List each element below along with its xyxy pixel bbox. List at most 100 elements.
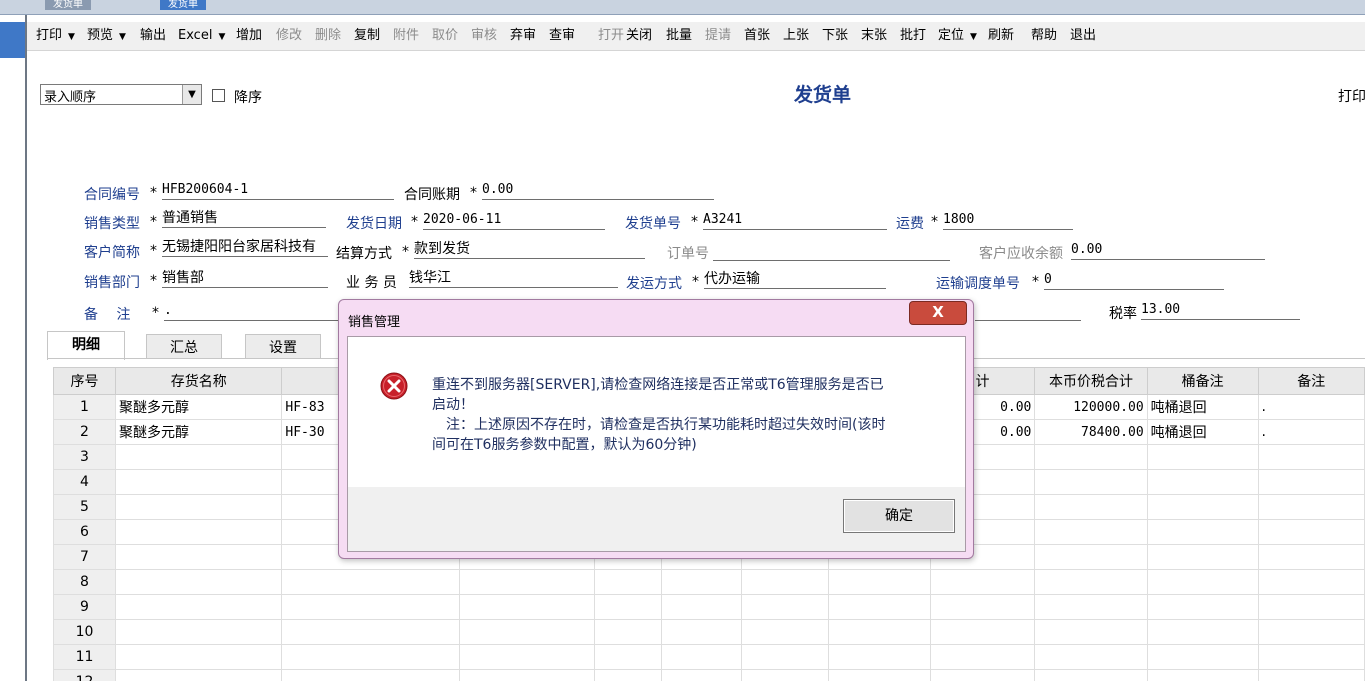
toolbar-button-24[interactable]: 帮助 xyxy=(1031,27,1057,45)
table-cell[interactable] xyxy=(281,594,461,620)
table-cell[interactable] xyxy=(827,669,931,681)
table-cell[interactable] xyxy=(741,669,829,681)
table-cell[interactable] xyxy=(929,619,1036,645)
sales-type-field[interactable]: 普通销售 xyxy=(162,209,326,228)
table-cell[interactable] xyxy=(1257,569,1365,595)
table-cell[interactable] xyxy=(1034,669,1148,681)
toolbar-button-15[interactable]: 批量 xyxy=(666,27,692,45)
table-cell[interactable] xyxy=(1257,469,1365,495)
table-cell[interactable] xyxy=(1146,669,1259,681)
column-header[interactable]: 备注 xyxy=(1257,367,1365,395)
table-cell[interactable] xyxy=(114,619,283,645)
column-header[interactable]: 本币价税合计 xyxy=(1034,367,1148,395)
toolbar-button-14[interactable]: 关闭 xyxy=(626,27,652,45)
table-cell[interactable] xyxy=(1146,544,1259,570)
table-cell[interactable]: . xyxy=(1257,394,1365,420)
toolbar-button-1[interactable]: 预览 ▼ xyxy=(87,27,126,45)
table-cell[interactable] xyxy=(459,594,595,620)
table-cell[interactable] xyxy=(114,594,283,620)
table-cell[interactable] xyxy=(741,594,829,620)
toolbar-button-5[interactable]: 修改 xyxy=(276,27,302,45)
table-cell[interactable] xyxy=(1257,444,1365,470)
table-cell[interactable] xyxy=(929,569,1036,595)
table-cell[interactable] xyxy=(1034,469,1148,495)
table-cell[interactable] xyxy=(1257,644,1365,670)
toolbar-button-18[interactable]: 上张 xyxy=(783,27,809,45)
table-cell[interactable] xyxy=(1146,594,1259,620)
table-cell[interactable]: 10 xyxy=(53,619,116,645)
table-cell[interactable] xyxy=(661,644,743,670)
table-cell[interactable]: 12 xyxy=(53,669,116,681)
table-cell[interactable] xyxy=(1257,669,1365,681)
table-cell[interactable]: 2 xyxy=(53,419,116,445)
table-cell[interactable] xyxy=(1034,619,1148,645)
table-cell[interactable]: . xyxy=(1257,419,1365,445)
table-cell[interactable]: 8 xyxy=(53,569,116,595)
table-cell[interactable] xyxy=(661,569,743,595)
table-cell[interactable]: 78400.00 xyxy=(1034,419,1148,445)
table-cell[interactable] xyxy=(1034,444,1148,470)
table-cell[interactable] xyxy=(661,594,743,620)
table-cell[interactable]: 11 xyxy=(53,644,116,670)
tax-rate-field[interactable]: 13.00 xyxy=(1141,301,1300,320)
table-cell[interactable] xyxy=(114,569,283,595)
table-cell[interactable]: 7 xyxy=(53,544,116,570)
table-cell[interactable] xyxy=(593,644,663,670)
table-cell[interactable] xyxy=(459,644,595,670)
table-cell[interactable]: 120000.00 xyxy=(1034,394,1148,420)
toolbar-button-3[interactable]: Excel ▼ xyxy=(178,27,225,45)
toolbar-button-16[interactable]: 提请 xyxy=(705,27,731,45)
table-cell[interactable] xyxy=(741,644,829,670)
toolbar-button-9[interactable]: 取价 xyxy=(432,27,458,45)
table-cell[interactable] xyxy=(114,469,283,495)
table-cell[interactable] xyxy=(1034,494,1148,520)
toolbar-button-7[interactable]: 复制 xyxy=(354,27,380,45)
table-cell[interactable] xyxy=(459,619,595,645)
window-tab-active[interactable]: 发货单 xyxy=(160,0,206,10)
close-button[interactable]: X xyxy=(909,301,967,325)
toolbar-button-11[interactable]: 弃审 xyxy=(510,27,536,45)
table-cell[interactable] xyxy=(1146,569,1259,595)
chevron-down-icon[interactable]: ▼ xyxy=(970,32,977,42)
table-cell[interactable] xyxy=(1257,494,1365,520)
table-row[interactable]: 8 xyxy=(53,569,1365,595)
table-cell[interactable] xyxy=(1146,444,1259,470)
table-cell[interactable] xyxy=(741,619,829,645)
toolbar-button-19[interactable]: 下张 xyxy=(822,27,848,45)
table-cell[interactable]: 6 xyxy=(53,519,116,545)
table-cell[interactable]: 1 xyxy=(53,394,116,420)
left-nav-tab[interactable] xyxy=(0,22,25,58)
ship-method-field[interactable]: 代办运输 xyxy=(704,270,886,289)
table-cell[interactable]: 3 xyxy=(53,444,116,470)
tab-settings[interactable]: 设置 xyxy=(245,334,321,359)
salesman-field[interactable]: 钱华江 xyxy=(409,269,618,288)
table-cell[interactable] xyxy=(1257,594,1365,620)
table-cell[interactable] xyxy=(1146,469,1259,495)
table-cell[interactable] xyxy=(593,669,663,681)
table-cell[interactable] xyxy=(1034,569,1148,595)
descending-checkbox[interactable] xyxy=(212,89,225,102)
remark-field-tail[interactable] xyxy=(975,302,1081,321)
table-cell[interactable] xyxy=(827,644,931,670)
chevron-down-icon[interactable]: ▼ xyxy=(182,85,201,104)
table-cell[interactable]: 5 xyxy=(53,494,116,520)
table-row[interactable]: 11 xyxy=(53,644,1365,670)
column-header[interactable]: 存货名称 xyxy=(114,367,283,395)
table-cell[interactable] xyxy=(1034,594,1148,620)
tab-detail[interactable]: 明细 xyxy=(47,331,125,360)
table-cell[interactable] xyxy=(281,619,461,645)
customer-field[interactable]: 无锡捷阳阳台家居科技有 xyxy=(162,238,328,257)
table-cell[interactable] xyxy=(114,644,283,670)
table-cell[interactable] xyxy=(114,669,283,681)
table-cell[interactable] xyxy=(1257,519,1365,545)
receivable-field[interactable]: 0.00 xyxy=(1071,241,1265,260)
dispatch-no-field[interactable]: 0 xyxy=(1044,271,1224,290)
column-header[interactable]: 桶备注 xyxy=(1146,367,1259,395)
chevron-down-icon[interactable]: ▼ xyxy=(68,32,75,42)
toolbar-button-2[interactable]: 输出 xyxy=(140,27,166,45)
table-row[interactable]: 9 xyxy=(53,594,1365,620)
table-cell[interactable] xyxy=(929,644,1036,670)
table-cell[interactable] xyxy=(593,569,663,595)
table-cell[interactable]: 9 xyxy=(53,594,116,620)
table-cell[interactable]: 聚醚多元醇 xyxy=(114,419,283,445)
